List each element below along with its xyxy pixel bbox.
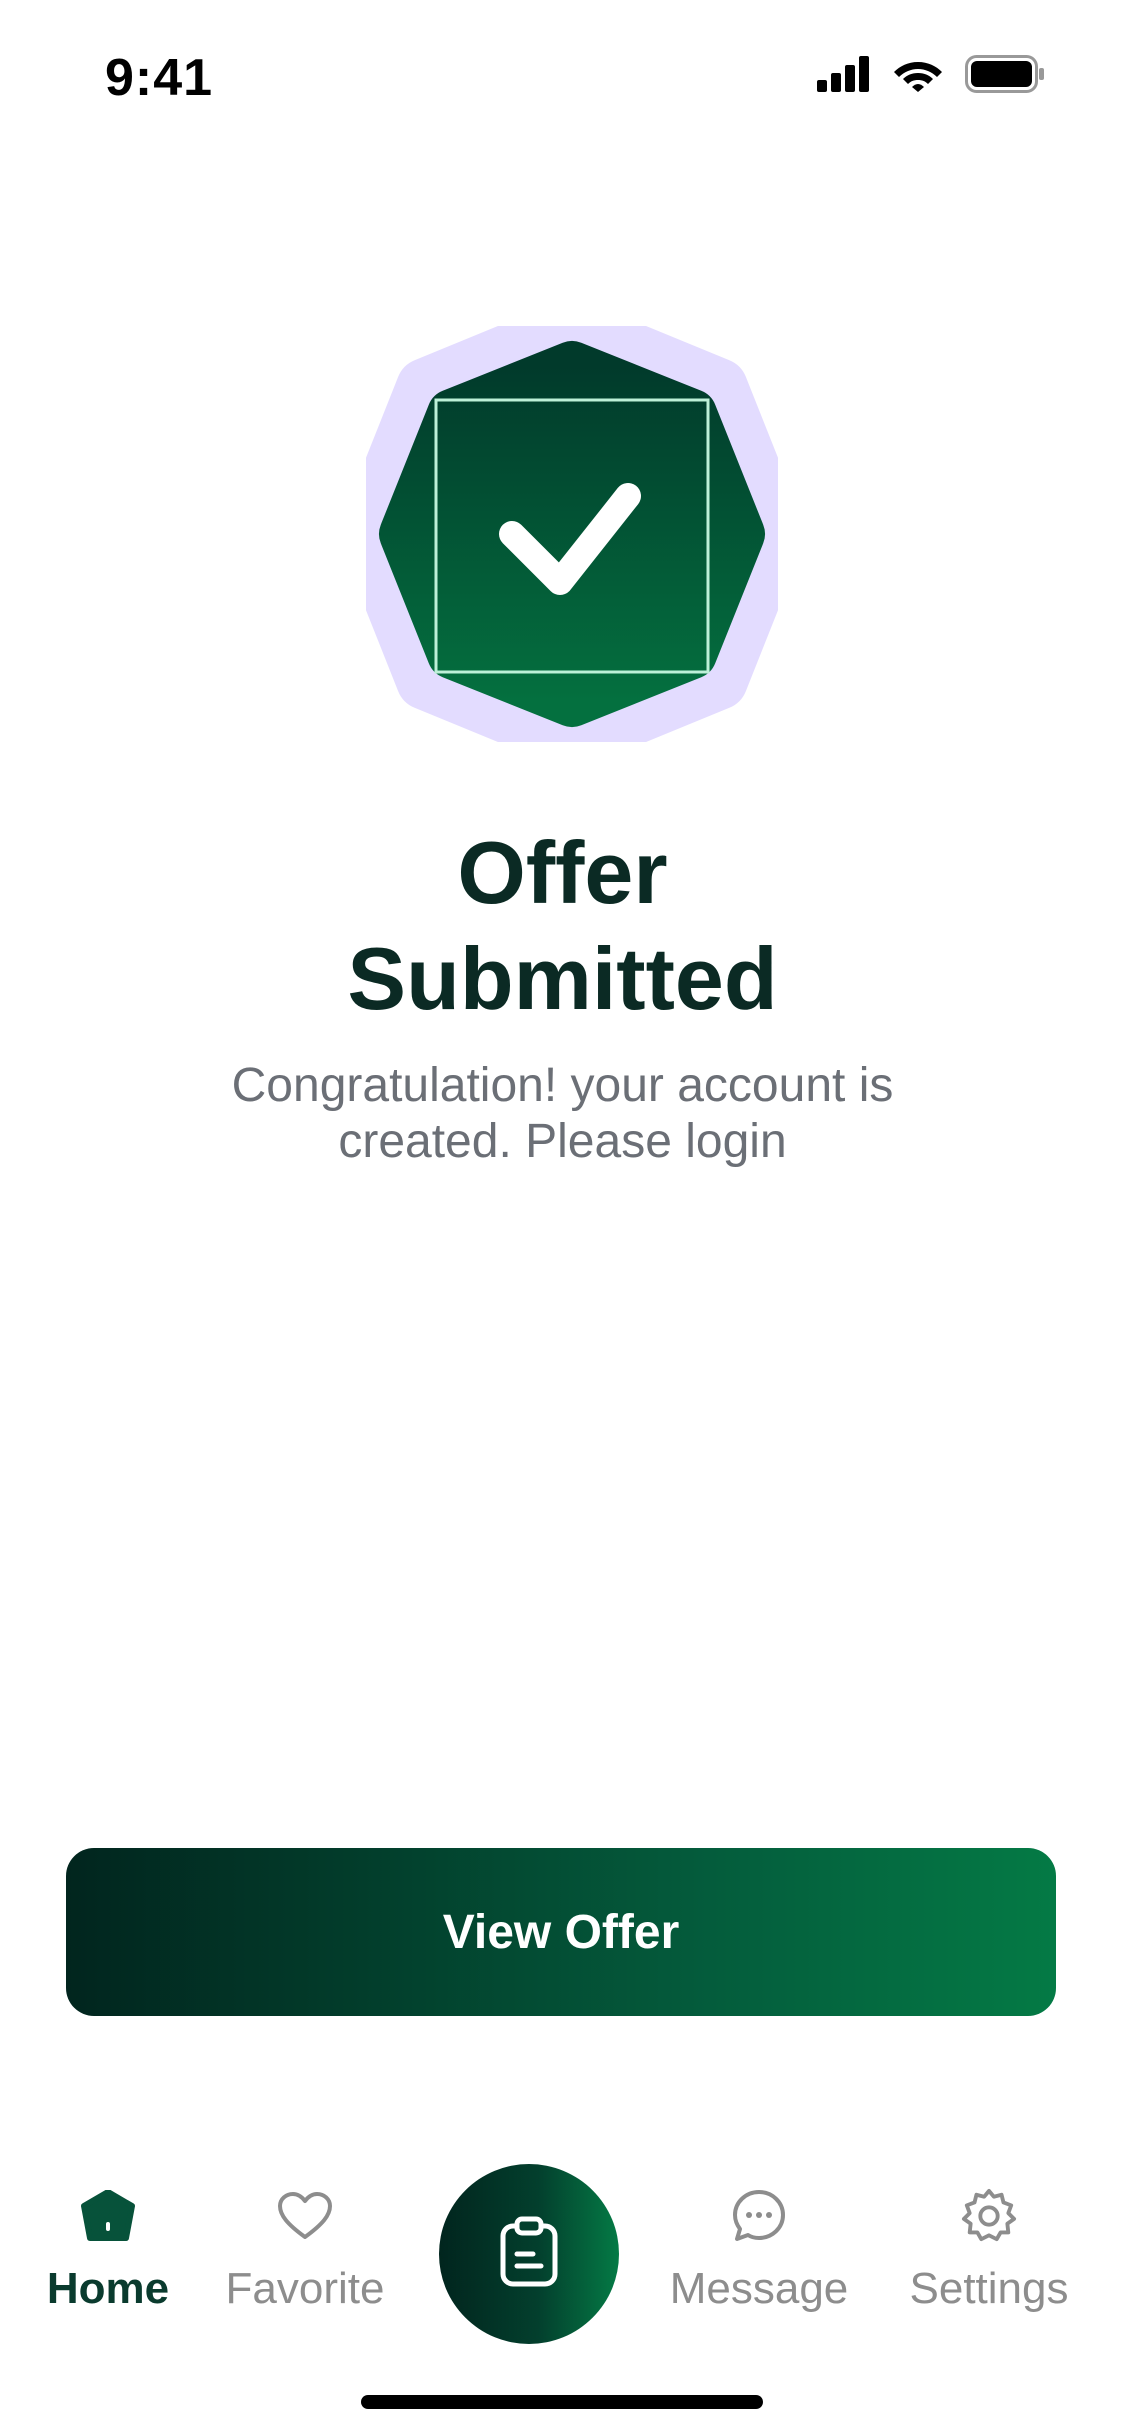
- confirmation-message: Congratulation! your account is created.…: [0, 1058, 1125, 1170]
- nav-item-settings[interactable]: Settings: [889, 2188, 1089, 2314]
- home-icon: [80, 2188, 136, 2244]
- nav-label-message: Message: [669, 2264, 849, 2313]
- status-icons: [817, 55, 1045, 98]
- nav-label-favorite: Favorite: [225, 2264, 385, 2313]
- status-bar: 9:41: [0, 0, 1125, 150]
- status-time: 9:41: [105, 49, 214, 107]
- home-indicator: [361, 2395, 763, 2409]
- clipboard-icon: [499, 2216, 559, 2293]
- check-badge-icon: [338, 298, 806, 770]
- bottom-navigation: Home Favorite Message Settings: [0, 2150, 1125, 2380]
- gear-icon: [961, 2188, 1017, 2244]
- cellular-signal-icon: [817, 56, 871, 97]
- title-line-2: Submitted: [347, 929, 778, 1028]
- page-title: Offer Submitted: [0, 820, 1125, 1032]
- view-offer-button[interactable]: View Offer: [66, 1848, 1056, 2016]
- nav-item-message[interactable]: Message: [659, 2188, 859, 2314]
- nav-label-home: Home: [46, 2264, 170, 2313]
- message-line-2: created. Please login: [338, 1115, 787, 1168]
- nav-label-settings: Settings: [909, 2264, 1069, 2313]
- nav-item-home[interactable]: Home: [8, 2188, 208, 2314]
- battery-icon: [965, 55, 1045, 98]
- message-line-1: Congratulation! your account is: [231, 1059, 894, 1112]
- title-line-1: Offer: [457, 823, 668, 922]
- wifi-icon: [893, 56, 943, 97]
- nav-item-favorite[interactable]: Favorite: [205, 2188, 405, 2314]
- heart-icon: [277, 2188, 333, 2244]
- center-action-button[interactable]: [439, 2164, 619, 2344]
- offer-submitted-screen: 9:41 Offer Submitted Congratulation! you…: [0, 0, 1125, 2436]
- chat-bubble-icon: [731, 2188, 787, 2244]
